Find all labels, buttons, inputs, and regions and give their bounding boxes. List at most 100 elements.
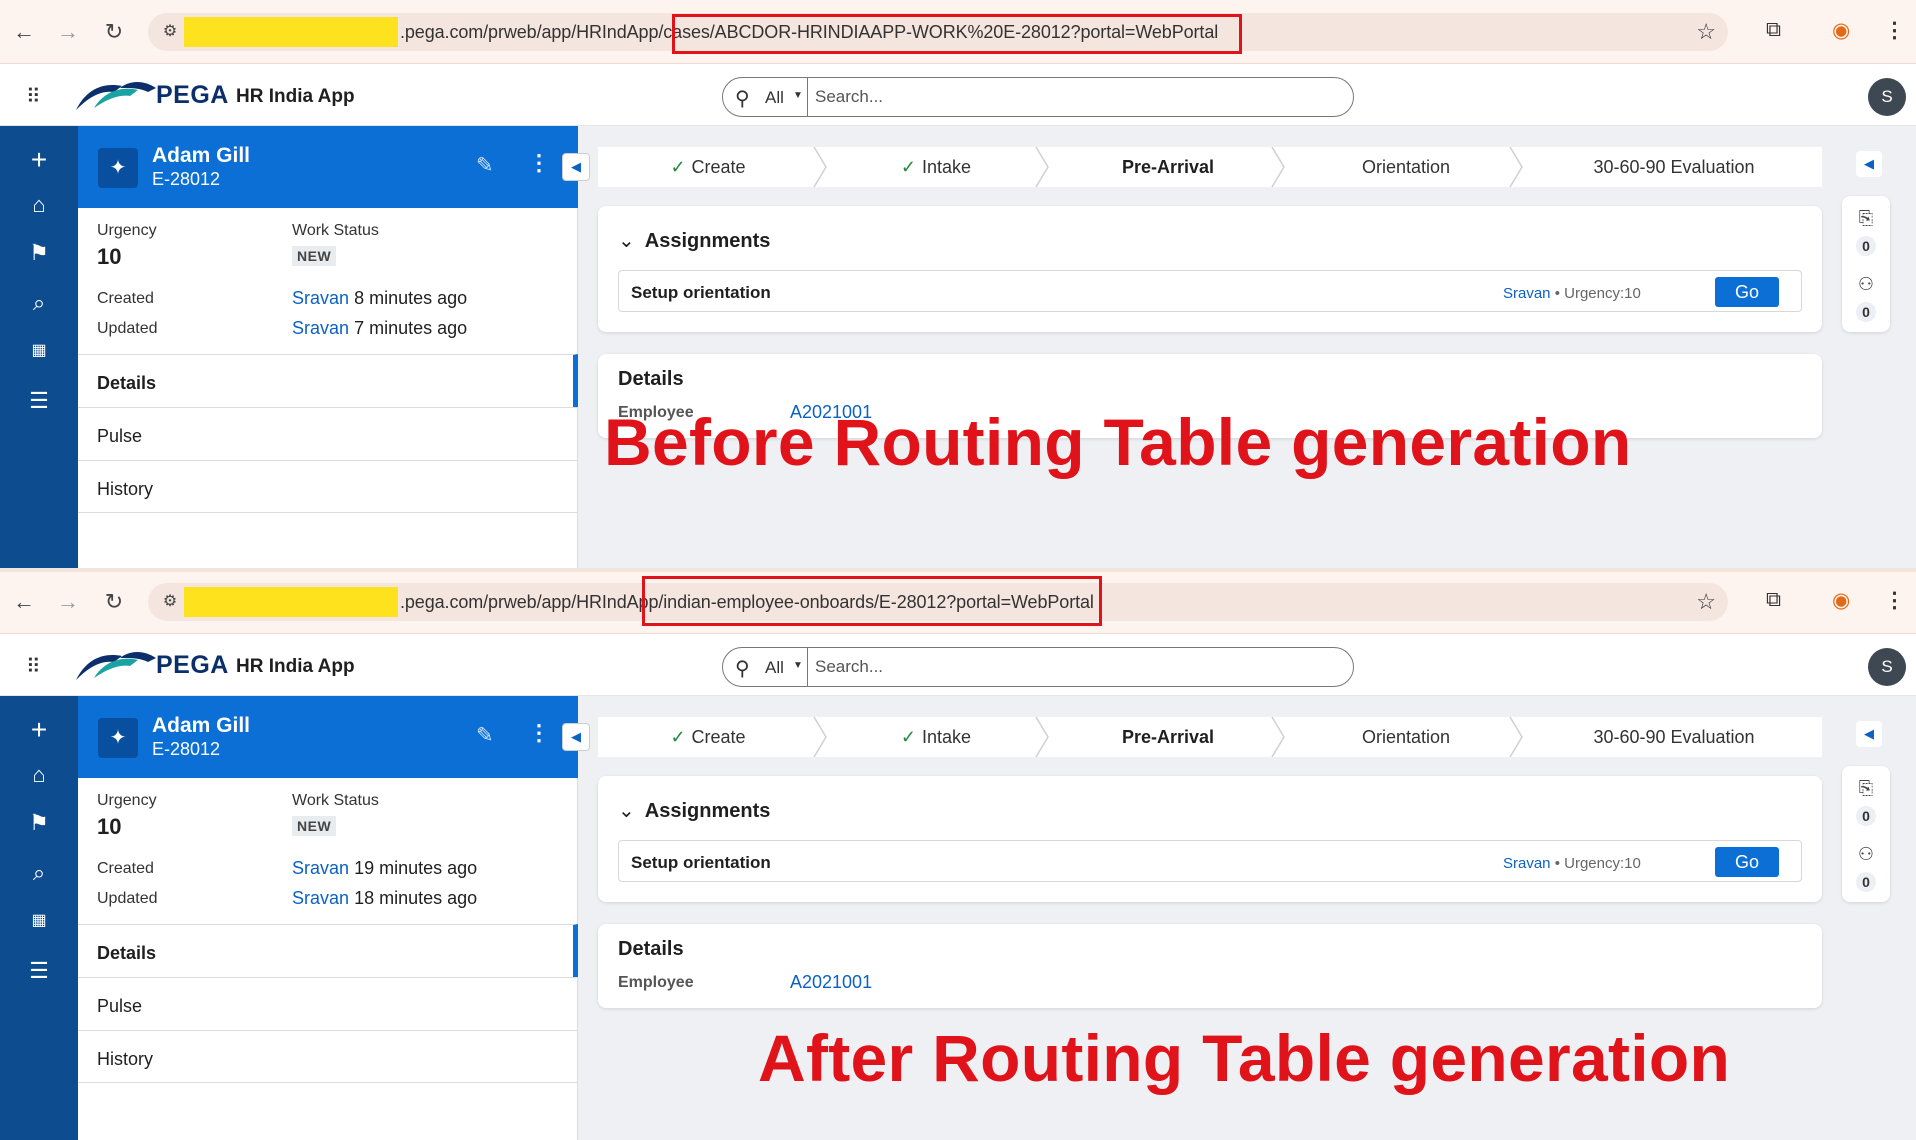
user-avatar[interactable]: S [1868,648,1906,686]
chevron-down-icon: ▼ [793,90,803,101]
created-by-link[interactable]: Sravan [292,858,349,878]
browser-menu-icon[interactable]: ⋮ [1884,588,1905,613]
case-summary: ✦ Adam Gill E-28012 ✎ ⋮ Urgency 10 Work … [78,696,578,1140]
attachment-icon[interactable]: ⎘ [1854,778,1878,799]
stage-create[interactable]: ✓ Create [598,717,818,757]
flag-icon[interactable]: ⚑ [24,240,54,266]
screenshot-divider [0,568,1916,572]
tab-pulse[interactable]: Pulse [78,407,578,460]
search-input[interactable] [815,655,1335,679]
redacted-domain [184,587,398,617]
updated-by-link[interactable]: Sravan [292,318,349,338]
assignment-meta: Sravan • Urgency:10 [1503,855,1641,872]
user-avatar[interactable]: S [1868,78,1906,116]
collapse-utilities-button[interactable]: ◀ [1856,151,1882,177]
profile-icon[interactable]: ◉ [1832,18,1850,43]
stage-create[interactable]: ✓ Create [598,147,818,187]
bookmark-star-icon[interactable]: ☆ [1696,19,1716,45]
assignments-card: ⌄ Assignments Setup orientation Sravan • … [598,206,1822,332]
reload-icon[interactable]: ↻ [100,18,128,46]
created-by-link[interactable]: Sravan [292,288,349,308]
stage-pre-arrival[interactable]: Pre-Arrival [1050,147,1286,187]
bookmark-star-icon[interactable]: ☆ [1696,589,1716,615]
attachment-icon[interactable]: ⎘ [1854,208,1878,229]
updated-by-link[interactable]: Sravan [292,888,349,908]
stage-30-60-90-evaluation[interactable]: 30-60-90 Evaluation [1526,717,1822,757]
app-name: HR India App [236,656,355,677]
brand-name: PEGA [156,81,229,109]
url-highlight-box [642,576,1102,626]
stage-pre-arrival[interactable]: Pre-Arrival [1050,717,1286,757]
assignments-title[interactable]: ⌄ Assignments [618,798,770,823]
urgency-label: Urgency [97,792,157,809]
create-icon[interactable]: + [24,714,54,746]
assignments-title[interactable]: ⌄ Assignments [618,228,770,253]
create-icon[interactable]: + [24,144,54,176]
followers-icon[interactable]: ⚇ [1854,274,1878,295]
reload-icon[interactable]: ↻ [100,588,128,616]
tab-details[interactable]: Details [78,354,578,407]
check-icon: ✓ [670,727,686,747]
search-icon: ⚲ [735,658,750,680]
followers-icon[interactable]: ⚇ [1854,844,1878,865]
urgency-label: Urgency [97,222,157,239]
back-icon[interactable]: ← [10,588,38,616]
case-type-icon: ✦ [98,148,138,188]
forward-icon[interactable]: → [54,18,82,46]
app-switcher-icon[interactable]: ⠿ [26,84,41,109]
list-icon[interactable]: ☰ [24,388,54,414]
home-icon[interactable]: ⌂ [24,762,54,788]
created-label: Created [97,860,154,877]
collapse-utilities-button[interactable]: ◀ [1856,721,1882,747]
apps-grid-icon[interactable]: ▦ [24,910,54,930]
tab-pulse[interactable]: Pulse [78,977,578,1030]
browser-menu-icon[interactable]: ⋮ [1884,18,1905,43]
search-input[interactable] [815,85,1335,109]
collapse-summary-button[interactable]: ◀ [562,153,590,181]
tab-history[interactable]: History [78,460,578,513]
case-header: ✦ Adam Gill E-28012 ✎ ⋮ [78,126,578,208]
forward-icon[interactable]: → [54,588,82,616]
site-settings-icon[interactable]: ⚙ [158,20,182,44]
flag-icon[interactable]: ⚑ [24,810,54,836]
profile-icon[interactable]: ◉ [1832,588,1850,613]
chevron-down-icon: ⌄ [618,800,635,822]
stage-bar: ✓ Create ✓ Intake Pre-Arrival Orientation … [598,717,1822,757]
tab-history[interactable]: History [78,1030,578,1083]
redacted-domain [184,17,398,47]
edit-pencil-icon[interactable]: ✎ [476,153,494,178]
search-scope-select[interactable]: All [765,658,784,678]
site-settings-icon[interactable]: ⚙ [158,590,182,614]
case-summary: ✦ Adam Gill E-28012 ✎ ⋮ Urgency 10 Work … [78,126,578,570]
stage-intake[interactable]: ✓ Intake [828,717,1044,757]
search-nav-icon[interactable]: ⌕ [24,860,54,886]
check-icon: ✓ [670,157,686,177]
more-actions-icon[interactable]: ⋮ [528,150,550,176]
collapse-summary-button[interactable]: ◀ [562,723,590,751]
check-icon: ✓ [900,727,917,747]
tab-details[interactable]: Details [78,924,578,977]
assignee-link[interactable]: Sravan [1503,285,1551,302]
search-nav-icon[interactable]: ⌕ [24,290,54,316]
stage-30-60-90-evaluation[interactable]: 30-60-90 Evaluation [1526,147,1822,187]
go-button[interactable]: Go [1715,277,1779,307]
extensions-icon[interactable]: ⧉ [1766,18,1781,42]
search-scope-select[interactable]: All [765,88,784,108]
go-button[interactable]: Go [1715,847,1779,877]
utilities-panel: ⎘ 0 ⚇ 0 [1842,766,1890,902]
list-icon[interactable]: ☰ [24,958,54,984]
back-icon[interactable]: ← [10,18,38,46]
stage-intake[interactable]: ✓ Intake [828,147,1044,187]
home-icon[interactable]: ⌂ [24,192,54,218]
more-actions-icon[interactable]: ⋮ [528,720,550,746]
check-icon: ✓ [900,157,917,177]
stage-orientation[interactable]: Orientation [1288,147,1524,187]
edit-pencil-icon[interactable]: ✎ [476,723,494,748]
extensions-icon[interactable]: ⧉ [1766,588,1781,612]
apps-grid-icon[interactable]: ▦ [24,340,54,360]
app-switcher-icon[interactable]: ⠿ [26,654,41,679]
assignee-link[interactable]: Sravan [1503,855,1551,872]
details-card: Details Employee A2021001 [598,924,1822,1008]
stage-orientation[interactable]: Orientation [1288,717,1524,757]
employee-link[interactable]: A2021001 [790,972,872,993]
